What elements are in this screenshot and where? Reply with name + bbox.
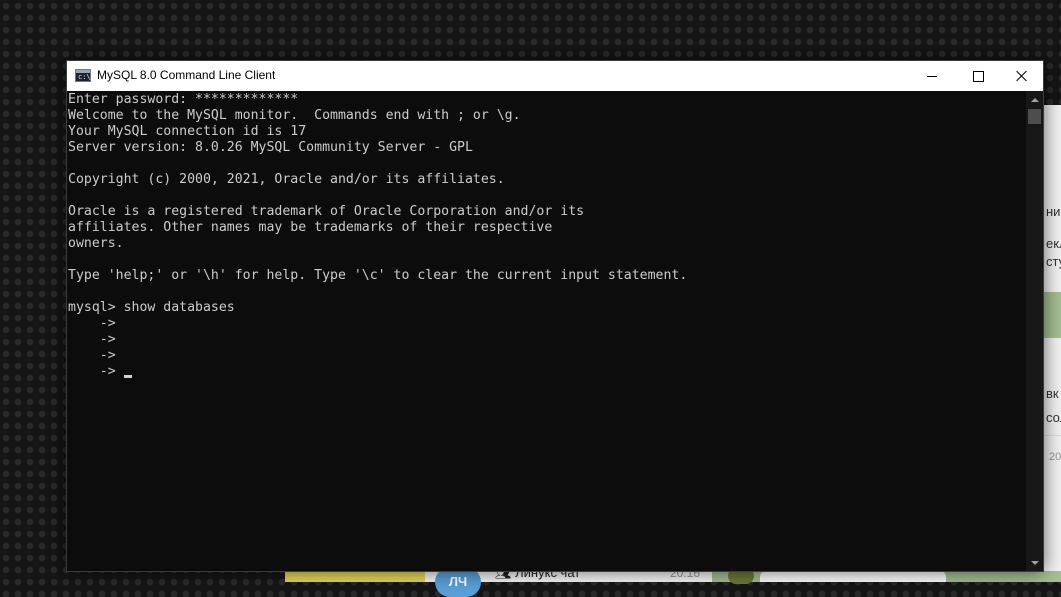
console-line: -> bbox=[68, 332, 116, 347]
scrollbar-thumb[interactable] bbox=[1028, 109, 1041, 124]
close-icon bbox=[1016, 70, 1028, 82]
background-text-fragment: нин bbox=[1046, 204, 1061, 219]
console-icon-glyph: c:\ bbox=[78, 73, 91, 81]
background-app-panel: нин екл сту вк сол 20 bbox=[1043, 105, 1061, 582]
console-line: owners. bbox=[68, 236, 124, 251]
console-line: mysql> show databases bbox=[68, 300, 235, 315]
console-output[interactable]: Enter password: ************* Welcome to… bbox=[67, 91, 1027, 571]
minimize-button[interactable] bbox=[909, 61, 955, 91]
background-text-fragment: 20 bbox=[1049, 451, 1061, 463]
scroll-up-button[interactable] bbox=[1026, 91, 1043, 108]
console-line: Enter password: ************* bbox=[68, 92, 299, 107]
console-prompt-line[interactable]: -> bbox=[68, 364, 1027, 380]
background-text-fragment: сту bbox=[1046, 254, 1061, 269]
arrow-up-icon bbox=[1030, 97, 1039, 102]
background-text-fragment: вк bbox=[1046, 386, 1059, 401]
message-bubble bbox=[760, 571, 946, 582]
background-green-area bbox=[1043, 292, 1061, 338]
close-button[interactable] bbox=[999, 61, 1045, 91]
maximize-icon bbox=[972, 70, 984, 82]
background-text-fragment: екл bbox=[1046, 236, 1061, 251]
console-line: affiliates. Other names may be trademark… bbox=[68, 220, 553, 235]
console-app-icon[interactable]: c:\ bbox=[75, 69, 91, 82]
text-cursor bbox=[123, 375, 132, 378]
minimize-icon bbox=[927, 75, 937, 77]
maximize-button[interactable] bbox=[955, 61, 1001, 91]
scroll-down-button[interactable] bbox=[1026, 554, 1043, 571]
console-line: -> bbox=[68, 316, 116, 331]
console-line: Type 'help;' or '\h' for help. Type '\c'… bbox=[68, 268, 688, 283]
window-title: MySQL 8.0 Command Line Client bbox=[97, 68, 276, 82]
background-yellow-area bbox=[285, 571, 425, 582]
background-divider bbox=[1043, 435, 1061, 436]
vertical-scrollbar[interactable] bbox=[1026, 91, 1043, 571]
console-line: Copyright (c) 2000, 2021, Oracle and/or … bbox=[68, 172, 505, 187]
continuation-prompt: -> bbox=[68, 364, 116, 379]
console-line: Server version: 8.0.26 MySQL Community S… bbox=[68, 140, 473, 155]
console-line: -> bbox=[68, 348, 116, 363]
console-line: Oracle is a registered trademark of Orac… bbox=[68, 204, 585, 219]
console-window: c:\ MySQL 8.0 Command Line Client Enter … bbox=[66, 60, 1044, 572]
console-line: Welcome to the MySQL monitor. Commands e… bbox=[68, 108, 521, 123]
title-bar[interactable]: c:\ MySQL 8.0 Command Line Client bbox=[67, 61, 1043, 91]
background-text-fragment: сол bbox=[1046, 410, 1061, 425]
console-line: Your MySQL connection id is 17 bbox=[68, 124, 307, 139]
arrow-down-icon bbox=[1030, 560, 1039, 565]
